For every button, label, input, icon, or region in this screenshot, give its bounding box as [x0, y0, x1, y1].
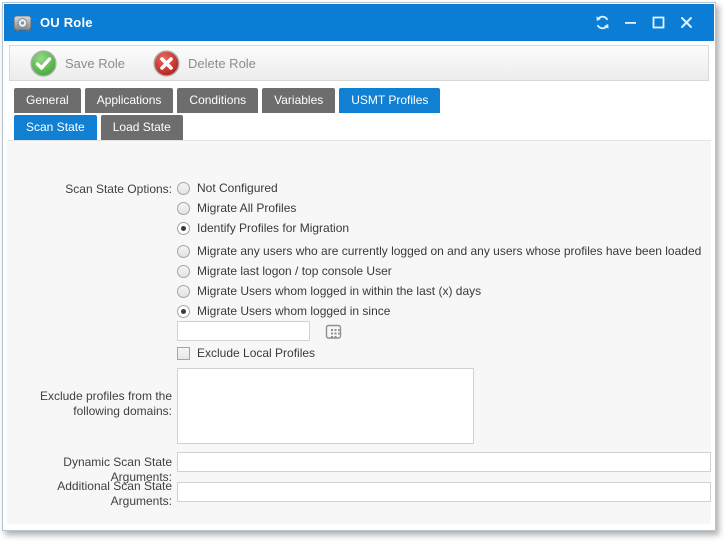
checkbox-icon — [177, 347, 190, 360]
save-role-label: Save Role — [65, 56, 125, 71]
maximize-icon — [652, 16, 665, 29]
maximize-button[interactable] — [644, 10, 672, 36]
date-picker-button[interactable] — [325, 323, 342, 340]
calendar-icon — [325, 323, 342, 340]
ou-role-dialog: OU Role — [2, 2, 716, 531]
radio-identify-profiles-for-migration[interactable]: Identify Profiles for Migration — [177, 220, 349, 236]
radio-migrate-currently-logged-on[interactable]: Migrate any users who are currently logg… — [177, 243, 701, 259]
exclude-domains-textarea[interactable] — [177, 368, 474, 444]
tab-conditions[interactable]: Conditions — [177, 88, 258, 113]
dynamic-args-input[interactable] — [177, 452, 711, 472]
sub-tabs: Scan State Load State — [14, 115, 183, 140]
toolbar: Save Role Delete Role — [9, 45, 709, 81]
radio-not-configured[interactable]: Not Configured — [177, 180, 278, 196]
refresh-button[interactable] — [588, 10, 616, 36]
refresh-icon — [595, 15, 610, 30]
scan-state-options-label: Scan State Options: — [7, 182, 172, 197]
radio-icon — [177, 305, 190, 318]
tab-scan-state[interactable]: Scan State — [14, 115, 97, 140]
radio-migrate-last-logon[interactable]: Migrate last logon / top console User — [177, 263, 392, 279]
tab-usmt-profiles[interactable]: USMT Profiles — [339, 88, 440, 113]
delete-icon — [153, 50, 180, 77]
save-icon — [30, 50, 57, 77]
window-controls — [588, 10, 700, 36]
logged-in-since-date-input[interactable] — [177, 321, 310, 341]
tab-applications[interactable]: Applications — [85, 88, 174, 113]
exclude-local-profiles-checkbox[interactable]: Exclude Local Profiles — [177, 345, 315, 361]
titlebar: OU Role — [4, 4, 714, 41]
scan-state-panel: Scan State Options: Not Configured Migra… — [7, 140, 711, 524]
radio-icon — [177, 202, 190, 215]
delete-role-button[interactable]: Delete Role — [143, 48, 266, 78]
additional-args-input[interactable] — [177, 482, 711, 502]
radio-migrate-all-profiles[interactable]: Migrate All Profiles — [177, 200, 296, 216]
main-tabs: General Applications Conditions Variable… — [14, 88, 440, 113]
minimize-button[interactable] — [616, 10, 644, 36]
radio-icon — [177, 265, 190, 278]
save-role-button[interactable]: Save Role — [20, 48, 135, 78]
additional-args-label: Additional Scan State Arguments: — [7, 479, 172, 509]
delete-role-label: Delete Role — [188, 56, 256, 71]
close-button[interactable] — [672, 10, 700, 36]
window-icon — [13, 14, 32, 32]
radio-migrate-last-x-days[interactable]: Migrate Users whom logged in within the … — [177, 283, 481, 299]
radio-icon — [177, 182, 190, 195]
radio-icon — [177, 285, 190, 298]
tab-variables[interactable]: Variables — [262, 88, 335, 113]
radio-migrate-logged-in-since[interactable]: Migrate Users whom logged in since — [177, 303, 390, 319]
close-icon — [680, 16, 693, 29]
exclude-domains-label: Exclude profiles from the following doma… — [7, 389, 172, 419]
radio-icon — [177, 222, 190, 235]
tab-load-state[interactable]: Load State — [101, 115, 183, 140]
window-title: OU Role — [40, 15, 93, 30]
tab-general[interactable]: General — [14, 88, 81, 113]
radio-icon — [177, 245, 190, 258]
minimize-icon — [624, 16, 637, 29]
